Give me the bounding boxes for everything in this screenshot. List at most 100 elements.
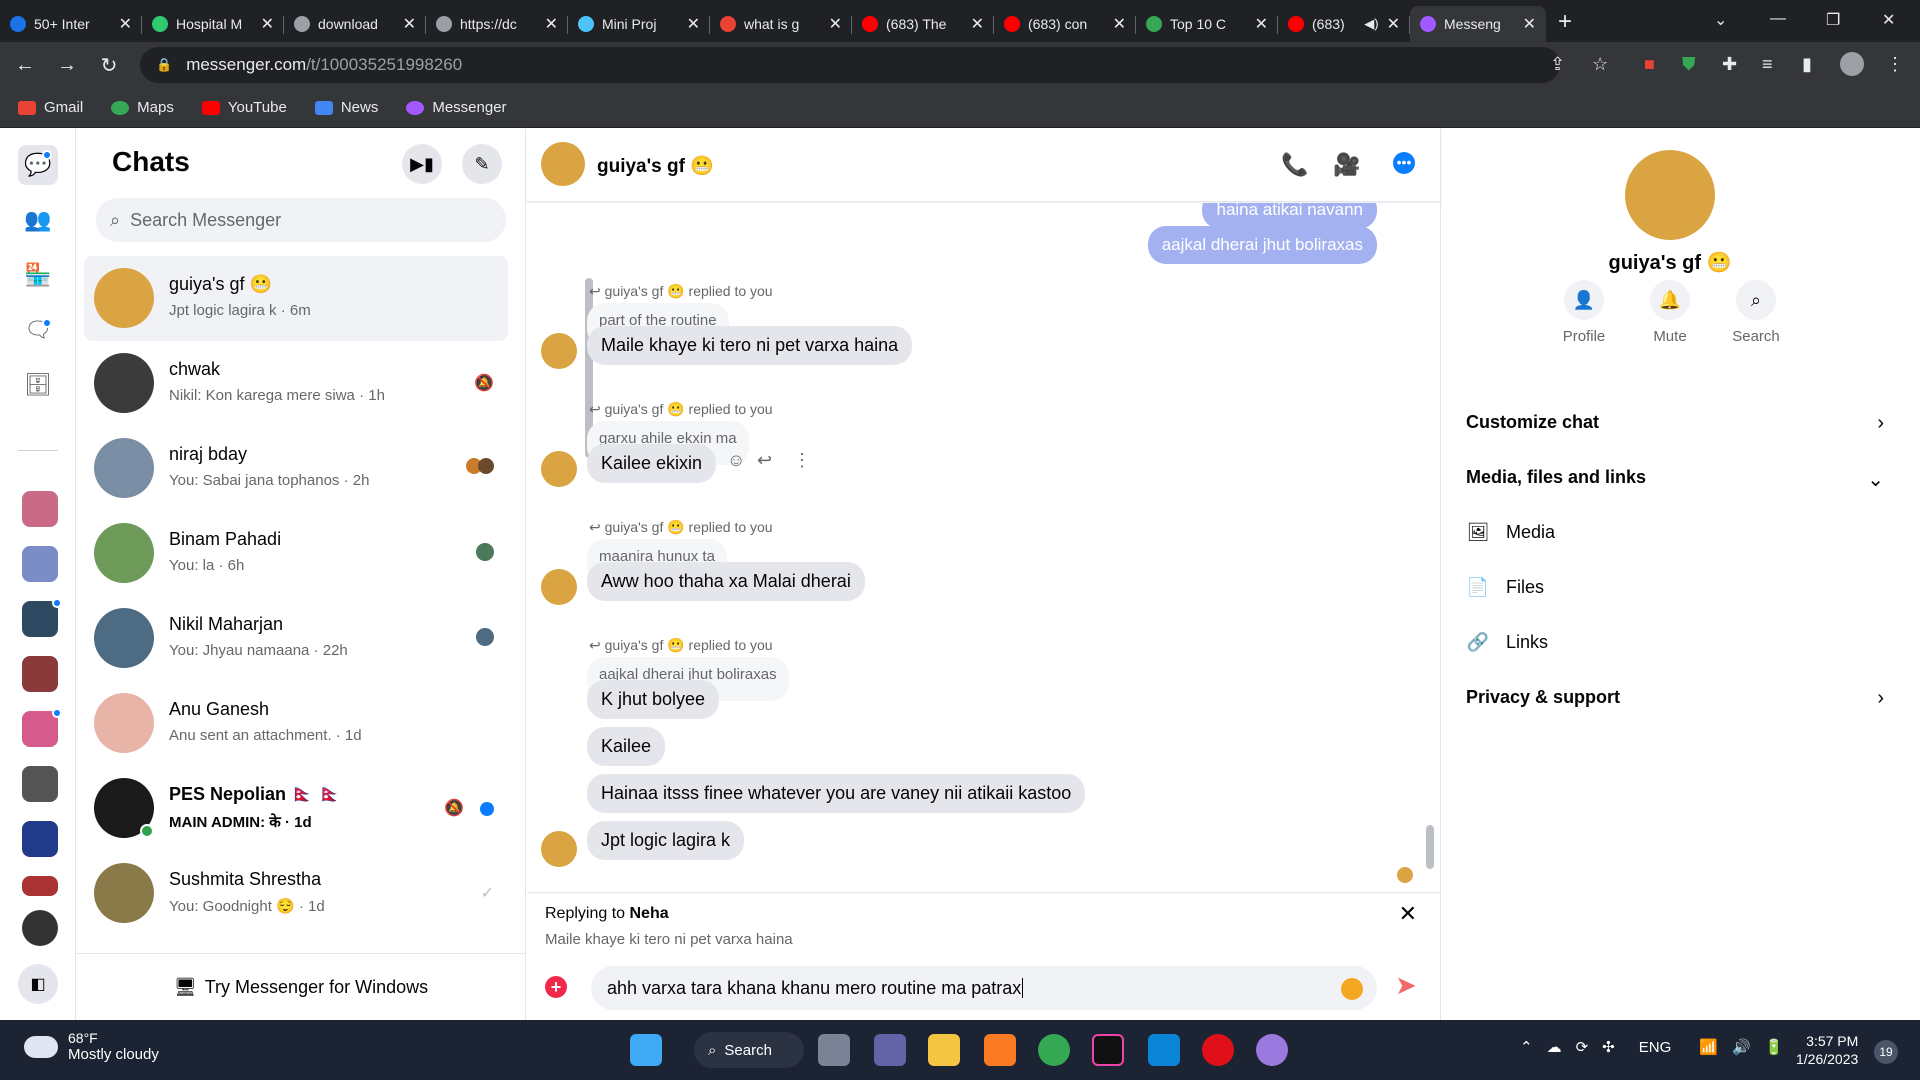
language-indicator[interactable]: ENG xyxy=(1639,1039,1672,1056)
community-avatar[interactable] xyxy=(22,546,58,582)
their-message-bubble[interactable]: K jhut bolyee xyxy=(587,680,720,719)
onedrive-icon[interactable]: ☁ xyxy=(1547,1038,1562,1056)
profile-button[interactable]: 👤 Profile xyxy=(1544,280,1624,345)
scroll-thumb[interactable] xyxy=(1426,825,1434,869)
chat-row[interactable]: chwak Nikil: Kon karega mere siwa · 1h 🔕 xyxy=(84,341,508,426)
back-icon[interactable]: ← xyxy=(8,54,42,77)
community-avatar[interactable] xyxy=(22,910,58,946)
browser-tab[interactable]: what is g ✕ xyxy=(710,6,852,42)
cancel-reply-icon[interactable]: ✕ xyxy=(1399,901,1417,927)
taskbar-search[interactable]: ⌕ Search xyxy=(694,1032,804,1068)
contact-avatar-large[interactable] xyxy=(1625,150,1715,240)
customize-chat-row[interactable]: Customize chat › xyxy=(1466,412,1884,434)
browser-tab[interactable]: Mini Proj ✕ xyxy=(568,6,710,42)
tray-app-icon[interactable]: ✣ xyxy=(1602,1038,1615,1056)
teams-chat-icon[interactable] xyxy=(874,1034,906,1066)
their-message-bubble[interactable]: Jpt logic lagira k xyxy=(587,821,745,860)
send-icon[interactable]: ➤ xyxy=(1395,970,1417,1001)
requests-nav-icon[interactable]: 🗨 xyxy=(18,310,58,350)
chat-row[interactable]: PES Nepolian 🇳🇵 🇳🇵 MAIN ADMIN: के · 1d 🔕 xyxy=(84,766,508,851)
marketplace-nav-icon[interactable]: 🏪 xyxy=(18,255,58,295)
people-nav-icon[interactable]: 👥 xyxy=(18,200,58,240)
bookmark-star-icon[interactable]: ☆ xyxy=(1592,54,1608,75)
tab-close-icon[interactable]: ✕ xyxy=(119,14,132,34)
chat-row[interactable]: Binam Pahadi You: la · 6h xyxy=(84,511,508,596)
chat-row[interactable]: Sushmita Shrestha You: Goodnight 😌 · 1d … xyxy=(84,851,508,936)
new-tab-button[interactable]: + xyxy=(1558,8,1572,36)
files-item[interactable]: 📄 Files xyxy=(1466,577,1544,598)
tab-close-icon[interactable]: ✕ xyxy=(403,14,416,34)
community-avatar[interactable] xyxy=(22,876,58,896)
search-messenger-input[interactable]: ⌕ Search Messenger xyxy=(96,198,506,242)
message-input[interactable]: ahh varxa tara khana khanu mero routine … xyxy=(591,966,1377,1010)
search-conversation-button[interactable]: ⌕ Search xyxy=(1716,280,1796,345)
close-window-icon[interactable]: ✕ xyxy=(1882,10,1895,30)
media-item[interactable]: 🖼 Media xyxy=(1466,522,1555,543)
tab-close-icon[interactable]: ✕ xyxy=(971,14,984,34)
browser-tab[interactable]: download ✕ xyxy=(284,6,426,42)
extensions-puzzle-icon[interactable]: ✚ xyxy=(1722,54,1737,75)
video-call-icon[interactable]: 🎥 xyxy=(1333,152,1360,178)
reload-icon[interactable]: ↻ xyxy=(92,53,126,78)
browser-tab[interactable]: 50+ Inter ✕ xyxy=(0,6,142,42)
their-message-bubble[interactable]: Kailee xyxy=(587,727,666,766)
bookmark-news[interactable]: News xyxy=(314,99,378,116)
vscode-icon[interactable] xyxy=(1148,1034,1180,1066)
tab-close-icon[interactable]: ✕ xyxy=(829,14,842,34)
browser-tab[interactable]: https://dc ✕ xyxy=(426,6,568,42)
more-options-icon[interactable]: ⋮ xyxy=(793,450,811,471)
clock[interactable]: 3:57 PM 1/26/2023 xyxy=(1796,1032,1858,1068)
their-message-bubble[interactable]: Aww hoo thaha xa Malai dherai xyxy=(587,562,865,601)
browser-tab[interactable]: (683) The ✕ xyxy=(852,6,994,42)
chat-row[interactable]: niraj bday You: Sabai jana tophanos · 2h xyxy=(84,426,508,511)
privacy-support-row[interactable]: Privacy & support › xyxy=(1466,687,1884,709)
intellij-icon[interactable] xyxy=(1092,1034,1124,1066)
browser-tab[interactable]: Top 10 C ✕ xyxy=(1136,6,1278,42)
emoji-picker-icon[interactable] xyxy=(1341,978,1363,1000)
new-video-call-button[interactable]: ▶▮ xyxy=(402,144,442,184)
tab-close-icon[interactable]: ✕ xyxy=(545,14,558,34)
tab-close-icon[interactable]: ✕ xyxy=(1523,14,1536,34)
message-scrollbar[interactable] xyxy=(1423,203,1437,893)
reply-icon[interactable]: ↩ xyxy=(757,450,772,471)
browser-tab[interactable]: (683) con ✕ xyxy=(994,6,1136,42)
wifi-icon[interactable]: 📶 xyxy=(1699,1038,1718,1056)
archive-nav-icon[interactable]: 🗄 xyxy=(18,365,58,405)
collapse-sidebar-icon[interactable]: ◧ xyxy=(18,964,58,1004)
tab-close-icon[interactable]: ✕ xyxy=(687,14,700,34)
weather-widget[interactable]: 68°F Mostly cloudy xyxy=(24,1030,159,1063)
sync-icon[interactable]: ⟳ xyxy=(1576,1038,1589,1056)
volume-icon[interactable]: 🔊 xyxy=(1732,1038,1751,1056)
chats-nav-icon[interactable]: 💬 xyxy=(18,145,58,185)
page-scrollbar[interactable] xyxy=(1906,128,1920,1020)
restore-icon[interactable]: ❐ xyxy=(1826,10,1840,30)
contact-avatar[interactable] xyxy=(541,142,585,186)
browser-tab-active[interactable]: Messeng ✕ xyxy=(1410,6,1546,42)
audio-call-icon[interactable]: 📞 xyxy=(1281,152,1308,178)
their-message-bubble[interactable]: Hainaa itsss finee whatever you are vane… xyxy=(587,774,1086,813)
conversation-info-icon[interactable]: ••• xyxy=(1393,152,1415,174)
battery-icon[interactable]: 🔋 xyxy=(1765,1038,1784,1056)
react-icon[interactable]: ☺ xyxy=(727,450,745,471)
chevron-up-icon[interactable]: ⌃ xyxy=(1520,1038,1533,1056)
app-icon[interactable] xyxy=(1256,1034,1288,1066)
mute-button[interactable]: 🔔 Mute xyxy=(1630,280,1710,345)
notification-badge[interactable]: 19 xyxy=(1874,1040,1898,1064)
profile-avatar[interactable] xyxy=(1840,52,1864,76)
xampp-icon[interactable] xyxy=(984,1034,1016,1066)
community-avatar[interactable] xyxy=(22,766,58,802)
chrome-icon[interactable] xyxy=(1038,1034,1070,1066)
forward-icon[interactable]: → xyxy=(50,54,84,77)
chat-row[interactable]: Anu Ganesh Anu sent an attachment. · 1d xyxy=(84,681,508,766)
community-avatar[interactable] xyxy=(22,656,58,692)
minimize-icon[interactable]: — xyxy=(1770,10,1786,28)
links-item[interactable]: 🔗 Links xyxy=(1466,632,1548,653)
media-files-links-row[interactable]: Media, files and links ⌄ xyxy=(1466,467,1884,491)
bookmark-messenger[interactable]: Messenger xyxy=(406,99,507,116)
chat-row[interactable]: guiya's gf 😬 Jpt logic lagira k · 6m xyxy=(84,256,508,341)
community-avatar[interactable] xyxy=(22,821,58,857)
extension-shield-icon[interactable]: ⛊ xyxy=(1682,54,1696,75)
browser-tab[interactable]: (683) ◀) ✕ xyxy=(1278,6,1410,42)
address-bar[interactable]: 🔒 messenger.com/t/100035251998260 xyxy=(140,47,1560,83)
tab-search-icon[interactable]: ⌄ xyxy=(1714,10,1727,30)
